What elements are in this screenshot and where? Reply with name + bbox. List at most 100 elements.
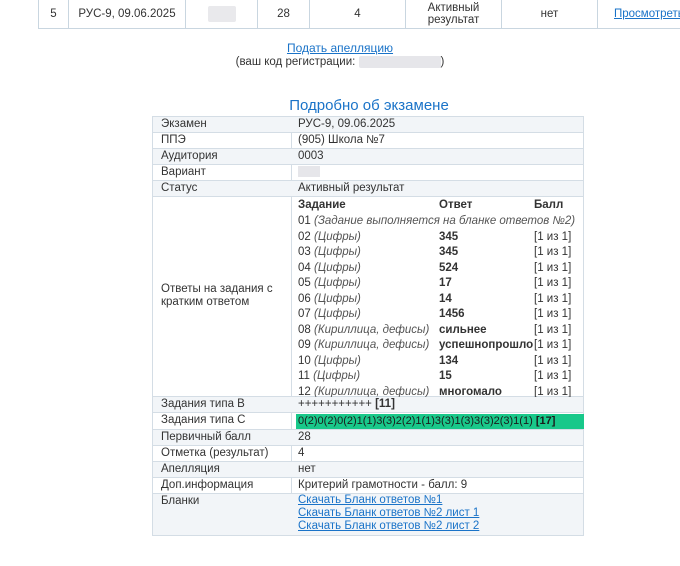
- detail-label: Аудитория: [161, 150, 218, 162]
- task-number: 09: [298, 339, 311, 351]
- download-form-2-sheet-1-link[interactable]: Скачать Бланк ответов №2 лист 1: [298, 507, 479, 520]
- download-form-2-sheet-2-link[interactable]: Скачать Бланк ответов №2 лист 2: [298, 520, 479, 533]
- task-number: 01: [298, 215, 311, 227]
- answer-task: 11 (Цифры): [298, 369, 360, 384]
- row-index: 5: [39, 0, 69, 28]
- redacted-block: [207, 6, 236, 22]
- detail-label: Задания типа B: [161, 398, 245, 410]
- detail-row-appeal: Апелляция нет: [153, 462, 583, 478]
- detail-label: Бланки: [161, 495, 200, 507]
- task-number: 10: [298, 354, 311, 367]
- answer-task: 06 (Цифры): [298, 292, 361, 307]
- detail-label: Доп.информация: [161, 479, 254, 491]
- type-c-total: [17]: [535, 415, 556, 427]
- task-number: 06: [298, 292, 311, 305]
- answer-score: [1 из 1]: [534, 370, 572, 382]
- answer-row: 10 (Цифры) 134 [1 из 1]: [298, 354, 583, 370]
- answer-score: [1 из 1]: [534, 308, 572, 320]
- detail-row-status: Статус Активный результат: [153, 181, 583, 197]
- answer-task: 07 (Цифры): [298, 307, 361, 322]
- answer-row: 11 (Цифры) 15 [1 из 1]: [298, 369, 583, 385]
- task-type: (Кириллица, дефисы): [314, 385, 430, 398]
- answer-task: 04 (Цифры): [298, 261, 361, 276]
- detail-label: Первичный балл: [161, 431, 251, 443]
- answer-row: 09 (Кириллица, дефисы) успешнопрошло [1 из…: [298, 338, 583, 354]
- task-type: (Кириллица, дефисы): [314, 323, 430, 336]
- answer-row: 02 (Цифры) 345 [1 из 1]: [298, 230, 583, 246]
- task-type: (Цифры): [314, 246, 361, 258]
- answer-value: 15: [439, 370, 452, 382]
- answers-header-task: Задание: [298, 199, 346, 211]
- answers-header-answer: Ответ: [439, 199, 473, 211]
- detail-row-short-answers: Ответы на задания с кратким ответом Зада…: [153, 197, 583, 398]
- answer-task: 05 (Цифры): [298, 276, 361, 291]
- task-number: 05: [298, 277, 311, 289]
- answer-score: [1 из 1]: [534, 339, 572, 351]
- detail-label: Вариант: [161, 166, 206, 178]
- answer-score: [1 из 1]: [534, 292, 572, 305]
- task-number: 11: [298, 370, 310, 382]
- view-details-link[interactable]: Просмотреть: [614, 8, 680, 20]
- answer-row: 07 (Цифры) 1456 [1 из 1]: [298, 307, 583, 323]
- detail-row-variant: Вариант: [153, 165, 583, 181]
- detail-value: (905) Школа №7: [298, 134, 385, 146]
- detail-value: +++++++++++ [11]: [298, 398, 395, 411]
- short-answers-label: Ответы на задания с кратким ответом: [161, 283, 273, 308]
- detail-row-type-b: Задания типа B +++++++++++ [11]: [153, 397, 583, 413]
- detail-label: ППЭ: [161, 134, 186, 146]
- answer-task: 02 (Цифры): [298, 230, 361, 245]
- answer-value: 345: [439, 246, 459, 258]
- task-type: (Цифры): [314, 292, 361, 305]
- results-table-row: 5 РУС-9, 09.06.2025 28 4 Активный резуль…: [38, 0, 680, 29]
- row-mark: 4: [310, 0, 406, 28]
- task-number: 08: [298, 323, 311, 336]
- answer-row: 08 (Кириллица, дефисы) сильнее [1 из 1]: [298, 323, 583, 339]
- row-redacted-cell: [186, 0, 258, 28]
- answer-value: 1456: [439, 308, 465, 320]
- answers-header-score: Балл: [534, 199, 564, 211]
- detail-value: [298, 166, 320, 179]
- answer-score: [1 из 1]: [534, 261, 572, 274]
- answer-value: 14: [439, 292, 452, 305]
- detail-value: нет: [298, 463, 316, 475]
- answer-score: [1 из 1]: [534, 246, 572, 258]
- answer-score: [1 из 1]: [534, 230, 572, 243]
- type-c-marks: 0(2)0(2)0(2)1(1)3(3)2(2)1(1)3(3)1(3)3(3)…: [298, 415, 533, 427]
- task-type: (Цифры): [314, 261, 361, 274]
- detail-row-room: Аудитория 0003: [153, 149, 583, 165]
- task-type: (Цифры): [314, 277, 361, 289]
- redacted-block: [358, 56, 441, 68]
- appeal-link-wrap: Подать апелляцию: [0, 41, 680, 55]
- task-number: 12: [298, 385, 311, 398]
- detail-label: Экзамен: [161, 118, 207, 130]
- submit-appeal-link[interactable]: Подать апелляцию: [287, 41, 393, 55]
- answer-value: 17: [439, 277, 452, 289]
- task-number: 02: [298, 230, 311, 243]
- answer-task: 09 (Кириллица, дефисы): [298, 338, 429, 353]
- answer-score: [1 из 1]: [534, 354, 572, 367]
- detail-value: 0003: [298, 150, 324, 162]
- answer-score: [1 из 1]: [534, 323, 572, 336]
- download-form-1-link[interactable]: Скачать Бланк ответов №1: [298, 494, 479, 507]
- task-number: 03: [298, 246, 311, 258]
- type-b-marks: +++++++++++: [298, 398, 372, 410]
- type-c-scores-bar: 0(2)0(2)0(2)1(1)3(3)2(2)1(1)3(3)1(3)3(3)…: [296, 414, 584, 429]
- row-view-cell: Просмотреть: [598, 0, 680, 28]
- answer-value: успешнопрошло: [439, 339, 534, 351]
- detail-label: Задания типа C: [161, 414, 246, 426]
- task-type: (Цифры): [314, 230, 361, 243]
- details-title: Подробно об экзамене: [289, 97, 449, 114]
- answer-value: 345: [439, 230, 459, 243]
- type-b-total: [11]: [375, 398, 395, 410]
- detail-value: 4: [298, 447, 305, 459]
- answer-score: [1 из 1]: [534, 277, 572, 289]
- answer-row: 05 (Цифры) 17 [1 из 1]: [298, 276, 583, 292]
- detail-value: Критерий грамотности - балл: 9: [298, 479, 468, 491]
- detail-row-primary: Первичный балл 28: [153, 430, 583, 446]
- task-type: (Цифры): [314, 308, 361, 320]
- answer-value: 134: [439, 354, 459, 367]
- answer-task: 10 (Цифры): [298, 354, 361, 369]
- regcode-suffix: ): [440, 56, 445, 69]
- redacted-block: [298, 166, 320, 178]
- regcode-prefix: (ваш код регистрации:: [235, 56, 356, 69]
